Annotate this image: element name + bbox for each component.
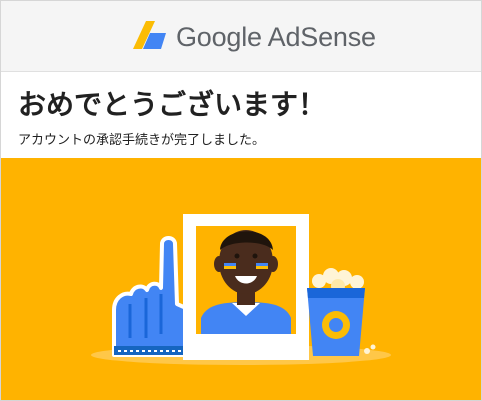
celebration-illustration	[91, 214, 391, 365]
header-bar: Google AdSense	[1, 1, 481, 72]
popcorn-bucket-icon	[307, 268, 376, 356]
foam-finger-icon	[112, 236, 188, 357]
celebration-banner	[1, 158, 481, 400]
approval-message: アカウントの承認手続きが完了しました。	[18, 133, 266, 148]
brand-name: Google AdSense	[176, 22, 376, 52]
portrait-frame-icon	[183, 214, 309, 360]
page-title: おめでとうございます！	[18, 88, 327, 121]
adsense-logo-icon	[133, 21, 166, 49]
email-card: Google AdSense おめでとうございます！ アカウントの承認手続きが完…	[0, 0, 482, 401]
